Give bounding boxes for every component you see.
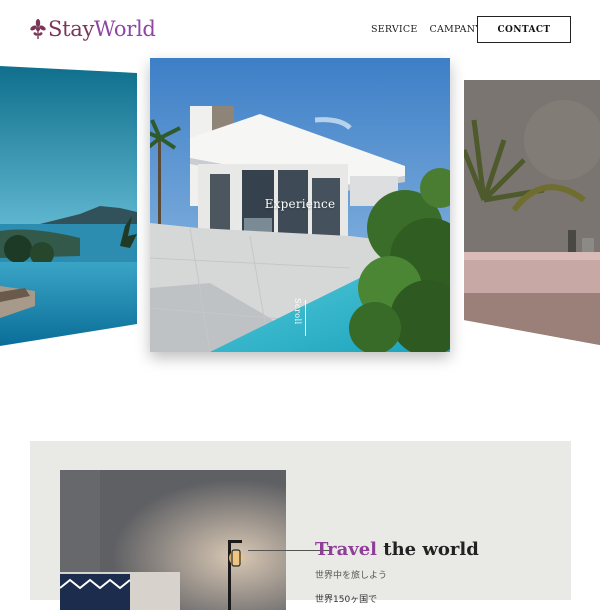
scroll-label: Scroll (293, 298, 302, 325)
nav-item-service[interactable]: SERVICE (371, 24, 417, 35)
logo-text: StayWorld (48, 16, 156, 42)
scroll-line (305, 300, 306, 336)
nav-item-campany[interactable]: CAMPANY (429, 24, 481, 35)
logo-text-world: World (94, 17, 156, 41)
bedroom-photo (60, 470, 286, 610)
contact-button[interactable]: CONTACT (477, 16, 571, 43)
scroll-indicator[interactable]: Scroll (293, 298, 307, 338)
section-subtitle: 世界中を旅しよう (315, 571, 388, 581)
section-title: Travel the world (315, 539, 479, 560)
section-detail: 世界150ヶ国で (315, 595, 378, 605)
bedroom-lamp-photo (60, 470, 286, 610)
slide-bathtub-plant[interactable] (464, 80, 600, 345)
hero-carousel: Experience Scroll (0, 58, 600, 358)
slide-seaside-pool[interactable] (0, 66, 137, 346)
travel-section: Travel the world 世界中を旅しよう 世界150ヶ国で (30, 441, 571, 610)
seaside-pool-photo (0, 66, 137, 346)
site-header: StayWorld SERVICE CAMPANY CONTACT (0, 0, 600, 58)
logo-text-stay: Stay (48, 17, 95, 41)
slide-modern-villa[interactable]: Experience Scroll (150, 58, 450, 352)
section-title-rest: the world (376, 539, 479, 560)
hero-slide-label: Experience (264, 197, 336, 211)
fleur-ornament-icon (30, 19, 46, 39)
main-nav: SERVICE CAMPANY (371, 24, 482, 35)
logo[interactable]: StayWorld (30, 16, 156, 42)
bathtub-plant-photo (464, 80, 600, 345)
section-title-highlight: Travel (315, 539, 377, 560)
